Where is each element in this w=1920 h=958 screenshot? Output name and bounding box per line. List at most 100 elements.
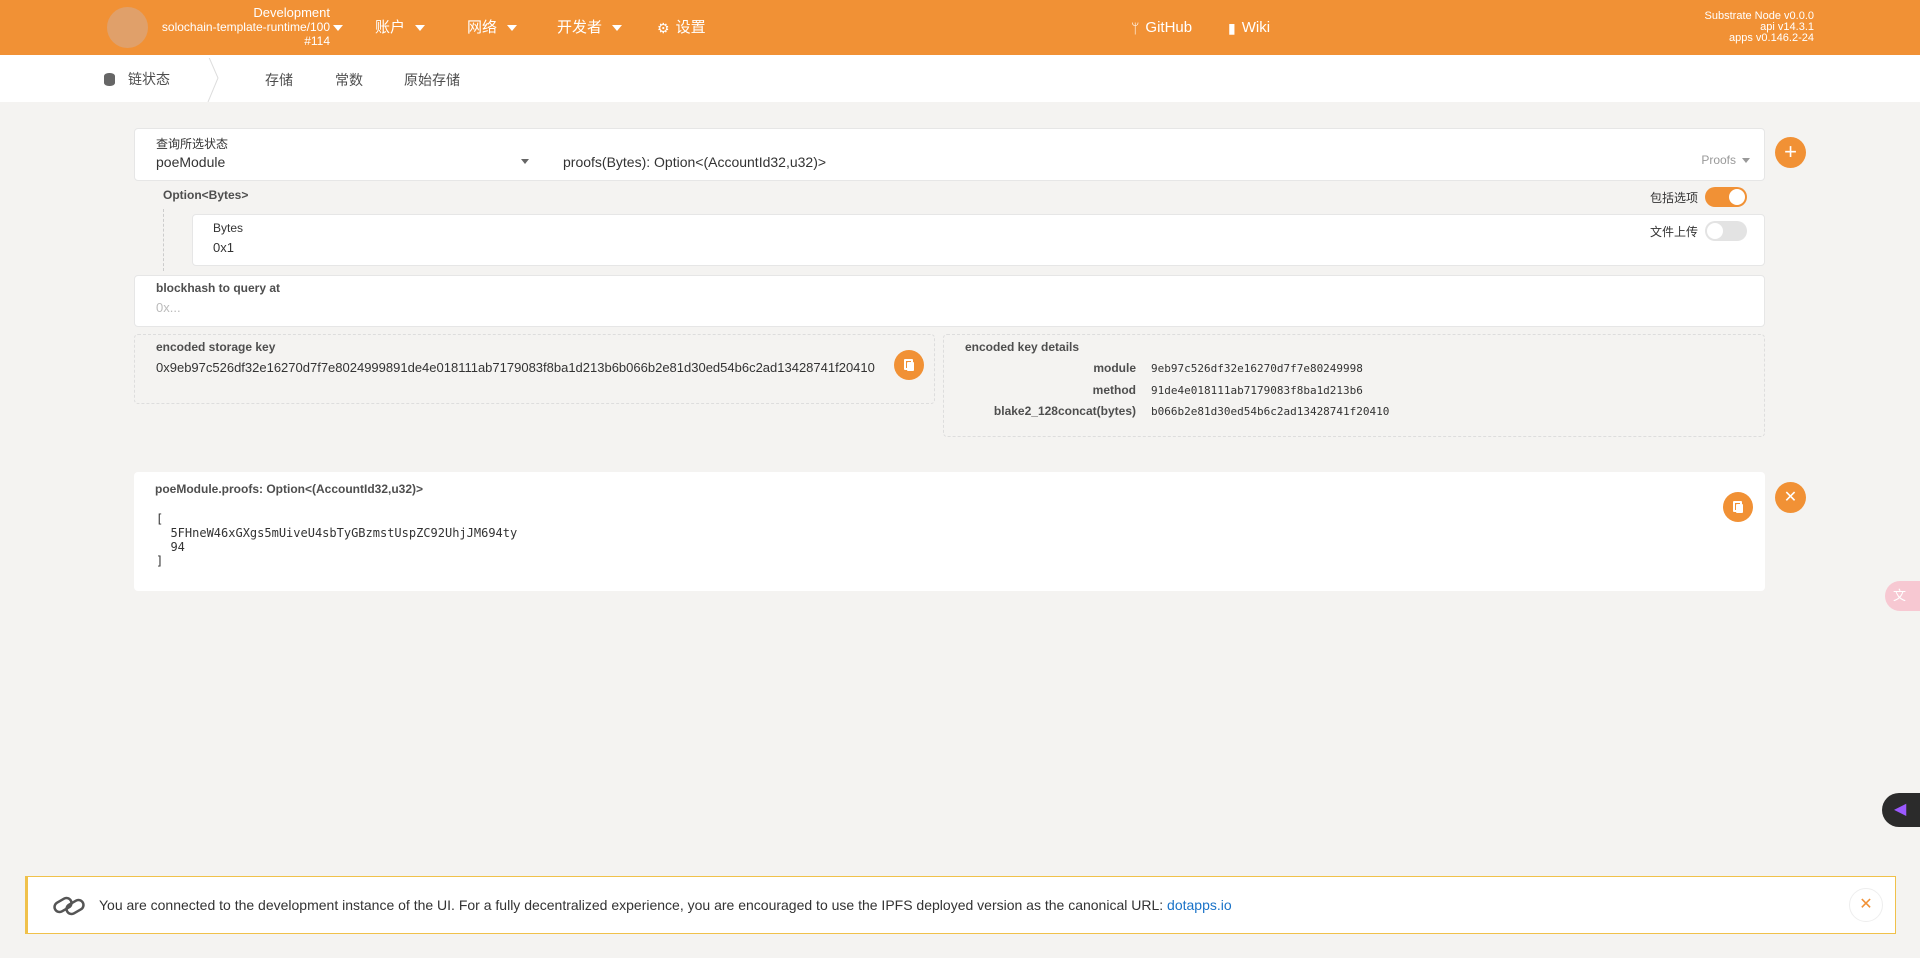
detail-key: module (1093, 361, 1136, 375)
chevron-down-icon (612, 25, 623, 31)
translate-widget[interactable]: 文 (1885, 581, 1920, 611)
toggle-knob (1729, 189, 1746, 205)
plus-icon: + (1784, 139, 1797, 164)
dismiss-banner-button[interactable]: ✕ (1849, 888, 1883, 922)
banner-text: You are connected to the development ins… (99, 897, 1168, 913)
param-indent-guide (163, 209, 164, 271)
runtime-version: solochain-template-runtime/100 (161, 20, 330, 34)
copy-icon (904, 359, 914, 371)
menu-network-label: 网络 (467, 19, 498, 36)
tab-raw-storage[interactable]: 原始存储 (404, 70, 460, 90)
include-option-label: 包括选项 (1650, 190, 1699, 205)
chain-name: Development (253, 5, 330, 20)
detail-row-method: method 91de4e018111ab7179083f8ba1d213b6 (944, 383, 1766, 401)
banner-message: You are connected to the development ins… (99, 897, 1232, 913)
breadcrumb-separator-icon (207, 55, 219, 102)
copy-key-button[interactable] (894, 350, 924, 380)
book-icon: ▮ (1228, 20, 1236, 36)
encoded-key-details: encoded key details module 9eb97c526df32… (943, 334, 1765, 437)
docs-toggle[interactable]: Proofs (1701, 153, 1750, 167)
result-line: 5FHneW46xGXgs5mUiveU4sbTyGBzmstUspZC92Uh… (156, 526, 518, 540)
blockhash-label: blockhash to query at (156, 281, 281, 295)
chevron-down-icon[interactable] (333, 25, 343, 31)
query-selector: 查询所选状态 poeModule proofs(Bytes): Option<(… (134, 128, 1765, 181)
module-dropdown[interactable]: poeModule (156, 154, 225, 170)
menu-wiki-label: Wiki (1241, 19, 1271, 36)
gear-icon: ⚙ (657, 20, 670, 36)
chevron-down-icon (1742, 157, 1750, 163)
detail-row-hasher: blake2_128concat(bytes) b066b2e81d30ed54… (944, 404, 1766, 422)
remove-result-button[interactable]: ✕ (1775, 482, 1806, 513)
blockhash-input[interactable]: 0x... (156, 300, 181, 315)
copy-icon (1733, 501, 1743, 513)
git-branch-icon: ᛘ (1131, 20, 1140, 36)
menu-settings-label: 设置 (675, 19, 706, 36)
bytes-input-box: Bytes 0x1 (192, 214, 1765, 266)
param-type-label: Option<Bytes> (163, 188, 249, 202)
menu-developer[interactable]: 开发者 (557, 19, 623, 37)
tab-storage[interactable]: 存储 (265, 70, 293, 90)
add-query-button[interactable]: + (1775, 137, 1806, 168)
menu-developer-label: 开发者 (557, 19, 603, 36)
dev-instance-banner: You are connected to the development ins… (25, 876, 1896, 934)
menu-accounts[interactable]: 账户 (375, 19, 426, 37)
chevron-down-icon[interactable] (521, 159, 529, 164)
details-label: encoded key details (965, 340, 1080, 354)
menu-github-label: GitHub (1145, 19, 1193, 36)
section-label: 链状态 (128, 71, 170, 87)
active-tab-indicator (0, 55, 1920, 58)
menu-github[interactable]: ᛘ GitHub (1131, 19, 1192, 37)
encoded-key-value: 0x9eb97c526df32e16270d7f7e8024999891de4e… (156, 360, 875, 375)
chevron-down-icon (507, 25, 518, 31)
encoded-key-label: encoded storage key (156, 340, 276, 354)
copy-result-button[interactable] (1723, 492, 1753, 522)
detail-key: method (1092, 383, 1136, 397)
blockhash-field: blockhash to query at 0x... (134, 275, 1765, 327)
tab-constants[interactable]: 常数 (335, 70, 363, 90)
file-upload-toggle-row: 文件上传 (1650, 221, 1748, 241)
detail-value: b066b2e81d30ed54b6c2ad13428741f20410 (1151, 405, 1390, 418)
chain-avatar[interactable] (107, 7, 148, 48)
section-chain-state: 链状态 (104, 69, 170, 89)
menu-network[interactable]: 网络 (467, 19, 518, 37)
database-icon (104, 72, 115, 86)
close-icon: ✕ (1859, 896, 1873, 913)
sub-navigation: 链状态 存储 常数 原始存储 (0, 55, 1920, 102)
close-icon: ✕ (1783, 489, 1798, 506)
include-option-toggle-row: 包括选项 (1650, 187, 1748, 207)
toggle-knob (1707, 223, 1724, 239)
detail-value: 91de4e018111ab7179083f8ba1d213b6 (1151, 384, 1363, 397)
menu-settings[interactable]: ⚙ 设置 (657, 19, 706, 37)
result-line: ] (156, 554, 164, 568)
query-label: 查询所选状态 (156, 137, 229, 151)
block-number: #114 (304, 34, 330, 48)
bytes-label: Bytes (213, 221, 244, 235)
method-dropdown[interactable]: proofs(Bytes): Option<(AccountId32,u32)> (563, 154, 826, 170)
version-info: Substrate Node v0.0.0 api v14.3.1 apps v… (1705, 11, 1814, 44)
docs-label: Proofs (1701, 153, 1736, 167)
link-icon (53, 896, 85, 916)
menu-wiki[interactable]: ▮ Wiki (1228, 19, 1270, 37)
result-line: 94 (156, 540, 185, 554)
chevron-down-icon (415, 25, 426, 31)
file-upload-label: 文件上传 (1650, 224, 1699, 239)
file-upload-toggle[interactable] (1705, 221, 1748, 241)
detail-row-module: module 9eb97c526df32e16270d7f7e80249998 (944, 361, 1766, 379)
encoded-storage-key: encoded storage key 0x9eb97c526df32e1627… (134, 334, 935, 404)
detail-value: 9eb97c526df32e16270d7f7e80249998 (1151, 362, 1363, 375)
bytes-input[interactable]: 0x1 (213, 240, 234, 255)
result-value: [ 5FHneW46xGXgs5mUiveU4sbTyGBzmstUspZC92… (156, 512, 517, 568)
include-option-toggle[interactable] (1705, 187, 1748, 207)
top-navigation-bar: Development solochain-template-runtime/1… (0, 0, 1920, 55)
result-line: [ (156, 512, 164, 526)
assistant-widget[interactable]: ◀ (1882, 793, 1920, 827)
translate-icon: 文 (1893, 588, 1907, 603)
apps-version: apps v0.146.2-24 (1728, 32, 1814, 44)
chain-selector[interactable]: Development solochain-template-runtime/1… (150, 5, 330, 49)
menu-accounts-label: 账户 (375, 19, 406, 36)
query-result: poeModule.proofs: Option<(AccountId32,u3… (134, 472, 1765, 591)
result-label: poeModule.proofs: Option<(AccountId32,u3… (155, 482, 424, 496)
detail-key: blake2_128concat(bytes) (993, 404, 1136, 418)
canonical-url-link[interactable]: dotapps.io (1167, 897, 1232, 913)
assistant-icon: ◀ (1894, 801, 1907, 818)
